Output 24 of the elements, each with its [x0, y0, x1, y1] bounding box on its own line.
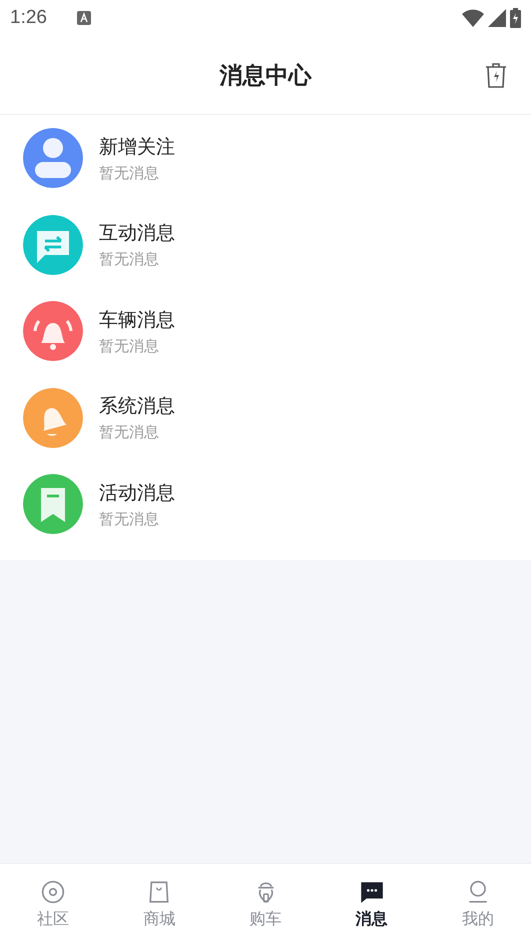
battery-icon	[510, 8, 521, 28]
keyboard-icon	[76, 11, 91, 25]
category-status: 暂无消息	[99, 250, 160, 270]
category-status: 暂无消息	[99, 510, 160, 529]
page-title: 消息中心	[220, 62, 312, 90]
status-time: 1:26	[10, 7, 47, 29]
category-title[interactable]: 新增关注	[99, 134, 175, 160]
bookmark-category-icon[interactable]	[23, 474, 83, 534]
signal-icon	[488, 9, 506, 27]
trash-icon[interactable]	[485, 62, 507, 88]
category-title[interactable]: 活动消息	[99, 480, 175, 506]
category-status: 暂无消息	[99, 336, 160, 356]
chat-category-icon[interactable]	[23, 214, 83, 275]
alarm-category-icon[interactable]	[23, 301, 83, 362]
person-category-icon[interactable]	[23, 128, 83, 188]
category-title[interactable]: 车辆消息	[99, 306, 175, 333]
bell-category-icon[interactable]	[23, 388, 83, 448]
wifi-icon	[462, 9, 484, 27]
category-status: 暂无消息	[99, 164, 160, 183]
nav-tab[interactable]: 消息	[318, 864, 425, 944]
category-title[interactable]: 系统消息	[99, 393, 175, 420]
community-icon	[40, 878, 66, 904]
category-title[interactable]: 互动消息	[99, 220, 175, 246]
category-status: 暂无消息	[99, 423, 160, 442]
